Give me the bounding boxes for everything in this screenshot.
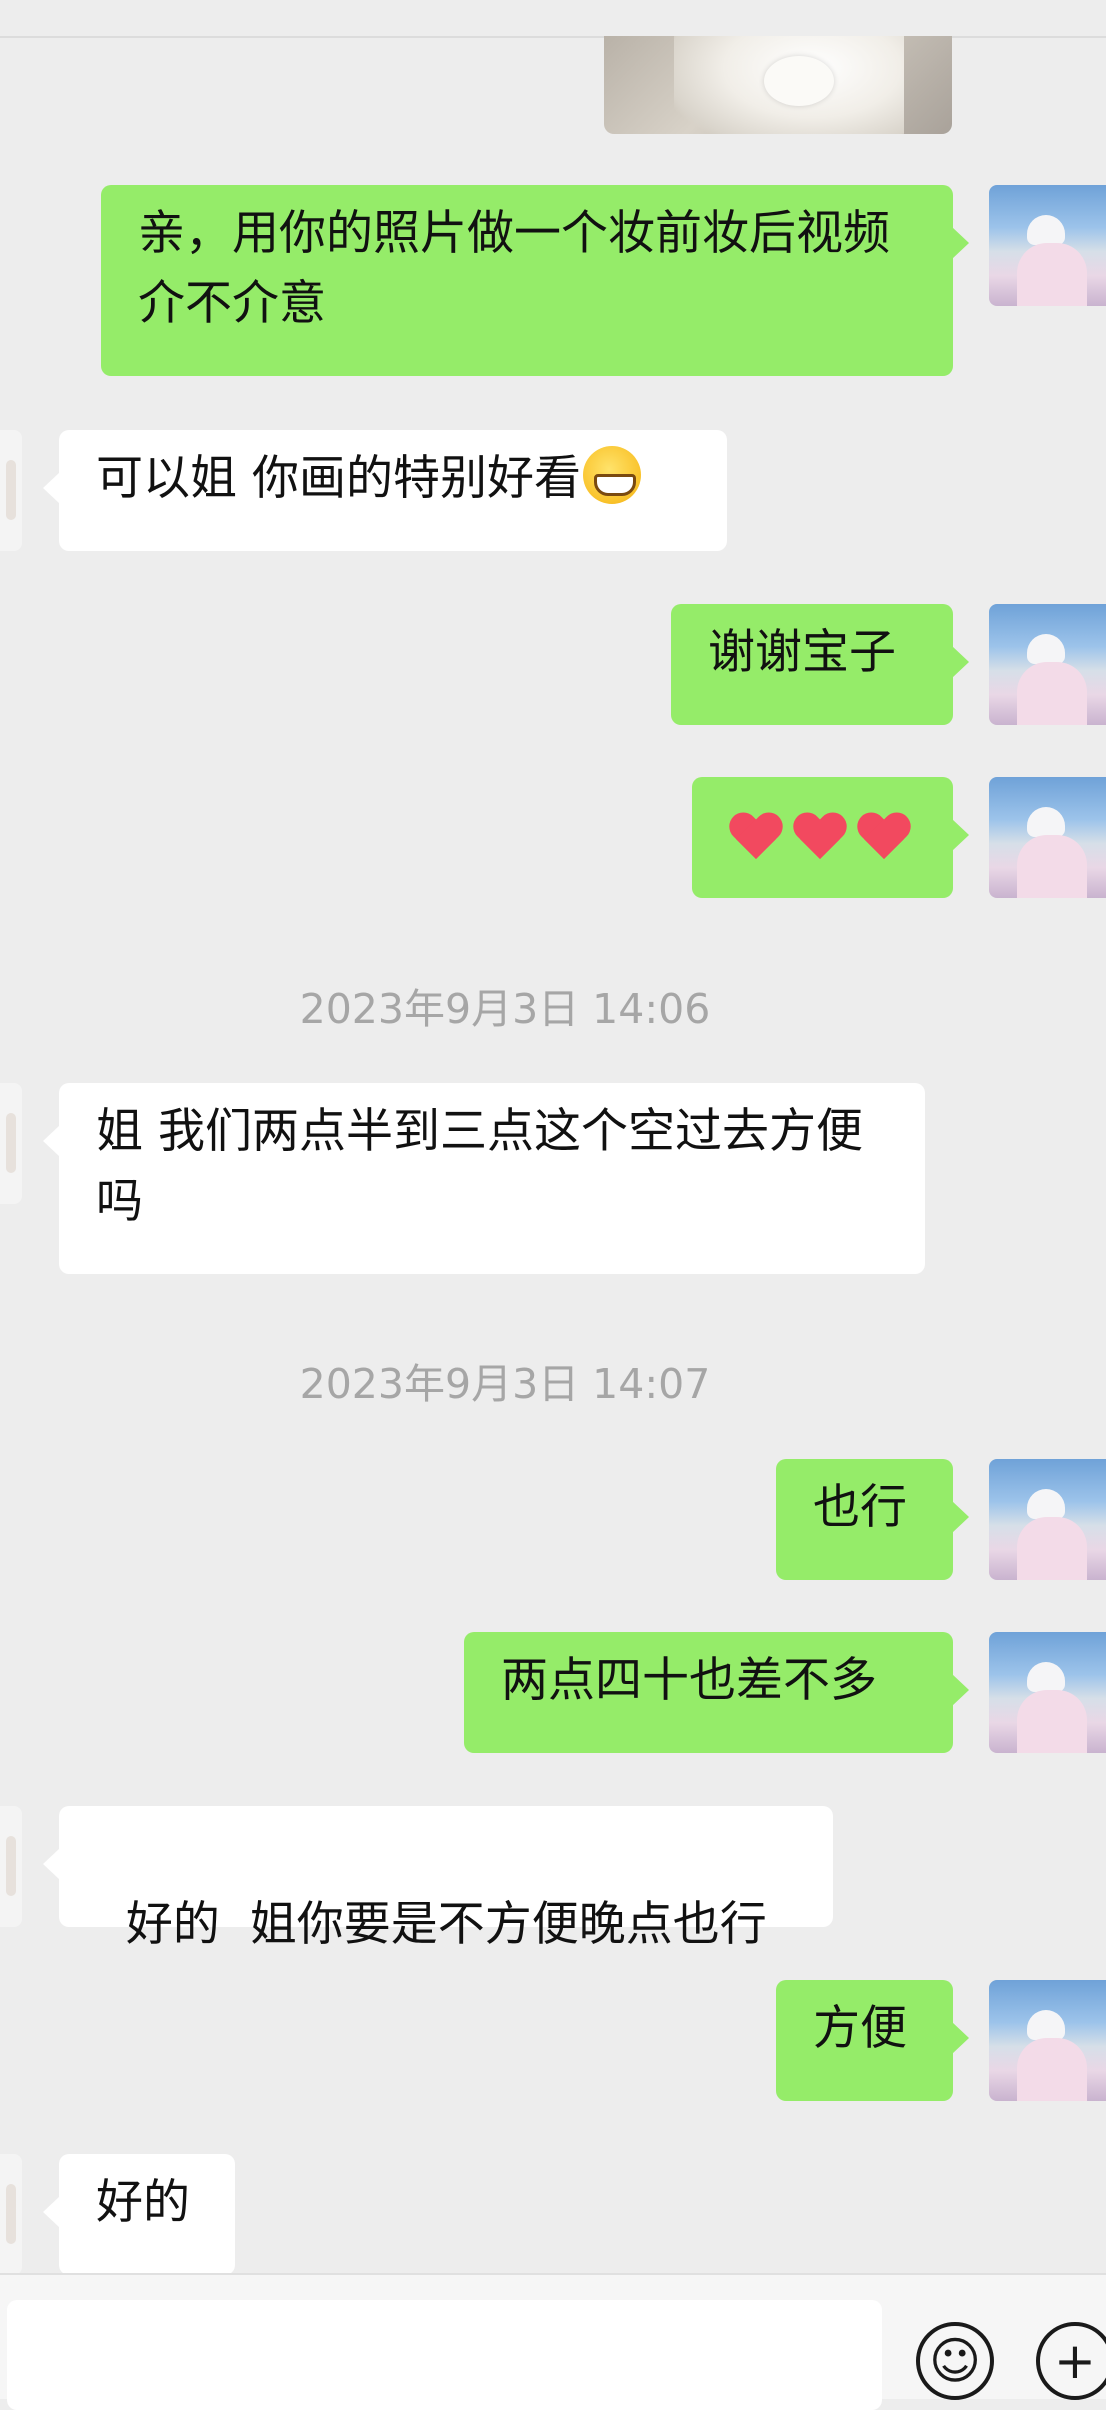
message-text: 姐 我们两点半到三点这个空过去方便吗	[96, 1104, 863, 1229]
my-avatar[interactable]	[989, 604, 1106, 725]
message-text: 两点四十也差不多	[501, 1653, 877, 1708]
photo-message-thumbnail[interactable]	[604, 36, 952, 134]
red-heart-emoji-icon	[856, 813, 912, 863]
red-heart-emoji-icon	[728, 813, 784, 863]
message-bubble-incoming[interactable]: 姐 我们两点半到三点这个空过去方便吗	[43, 1083, 925, 1274]
contact-avatar[interactable]	[0, 1806, 22, 1927]
message-bubble-outgoing[interactable]: 谢谢宝子	[671, 604, 969, 725]
message-text: 谢谢宝子	[708, 625, 896, 680]
timestamp: 2023年9月3日 14:07	[299, 1360, 711, 1408]
timestamp: 2023年9月3日 14:06	[299, 985, 711, 1033]
message-bubble-outgoing[interactable]: 亲，用你的照片做一个妆前妆后视频介不介意	[101, 185, 969, 376]
dress-bow-image	[764, 56, 834, 106]
message-text: 也行	[813, 1480, 907, 1535]
my-avatar[interactable]	[989, 185, 1106, 306]
message-bubble-incoming[interactable]: 好的	[43, 2154, 235, 2275]
contact-avatar[interactable]	[0, 430, 22, 551]
smiley-icon[interactable]: ☺	[916, 2322, 994, 2400]
my-avatar[interactable]	[989, 1980, 1106, 2101]
top-divider	[0, 0, 1106, 38]
message-bubble-outgoing[interactable]	[692, 777, 969, 898]
input-bar: ☺ +	[0, 2273, 1106, 2410]
message-bubble-incoming[interactable]: 好的 姐你要是不方便晚点也行	[43, 1806, 833, 1952]
message-text: 亲，用你的照片做一个妆前妆后视频介不介意	[138, 206, 890, 331]
red-heart-emoji-icon	[792, 813, 848, 863]
contact-avatar[interactable]	[0, 2154, 22, 2275]
message-text: 可以姐 你画的特别好看	[96, 451, 581, 506]
message-input[interactable]	[7, 2300, 882, 2410]
plus-icon[interactable]: +	[1036, 2322, 1106, 2400]
my-avatar[interactable]	[989, 1632, 1106, 1753]
message-bubble-outgoing[interactable]: 方便	[776, 1980, 969, 2101]
message-bubble-outgoing[interactable]: 两点四十也差不多	[464, 1632, 969, 1753]
grinning-face-emoji-icon	[582, 446, 641, 504]
message-text: 好的	[96, 2175, 190, 2230]
message-bubble-incoming[interactable]: 可以姐 你画的特别好看	[43, 430, 727, 551]
contact-avatar[interactable]	[0, 1083, 22, 1204]
message-bubble-outgoing[interactable]: 也行	[776, 1459, 969, 1580]
message-text: 方便	[813, 2001, 907, 2056]
message-text: 好的 姐你要是不方便晚点也行	[125, 1897, 767, 1952]
my-avatar[interactable]	[989, 777, 1106, 898]
my-avatar[interactable]	[989, 1459, 1106, 1580]
